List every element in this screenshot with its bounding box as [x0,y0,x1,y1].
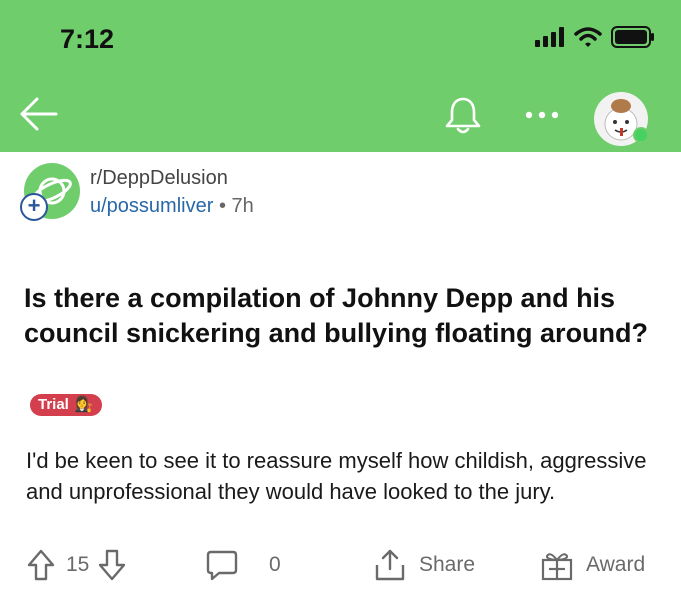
subreddit-name[interactable]: r/DeppDelusion [90,167,228,190]
award-button[interactable]: Award [540,540,645,590]
status-icons [535,26,655,48]
battery-icon [611,26,654,48]
share-button[interactable]: Share [373,540,475,590]
share-label: Share [419,553,476,576]
post-header: + r/DeppDelusion u/possumliver • 7h [20,163,660,223]
signal-icon [535,27,564,47]
share-icon [375,549,405,581]
post-body: I'd be keen to see it to reassure myself… [26,448,647,504]
join-plus-icon[interactable]: + [20,193,48,221]
more-horizontal-icon[interactable] [524,100,560,130]
downvote-icon[interactable] [97,548,127,582]
header-bar: 7:12 [0,0,681,152]
award-label: Award [586,553,646,576]
gift-icon [541,553,573,581]
meta-separator: • [218,195,226,217]
wifi-icon [574,27,602,47]
arrow-left-icon[interactable] [18,93,60,135]
post-age: 7h [231,195,254,217]
bell-icon[interactable] [442,94,484,136]
judge-emoji-icon: 👩‍⚖️ [74,396,94,413]
vote-group: 15 [26,540,127,590]
upvote-icon[interactable] [26,548,56,582]
author-link[interactable]: u/possumliver [90,195,213,217]
comment-count: 0 [269,553,281,576]
vote-score: 15 [66,553,90,576]
action-bar: 15 0 Share Award [0,540,681,590]
comments-button[interactable]: 0 [205,540,281,590]
post-title: Is there a compilation of Johnny Depp an… [24,283,649,348]
comment-icon [206,550,238,581]
status-time: 7:12 [60,24,115,54]
post-flair[interactable]: Trial 👩‍⚖️ [30,394,102,416]
flair-label: Trial [38,396,69,413]
post-meta: u/possumliver • 7h [90,195,254,218]
online-status-dot [633,127,649,143]
